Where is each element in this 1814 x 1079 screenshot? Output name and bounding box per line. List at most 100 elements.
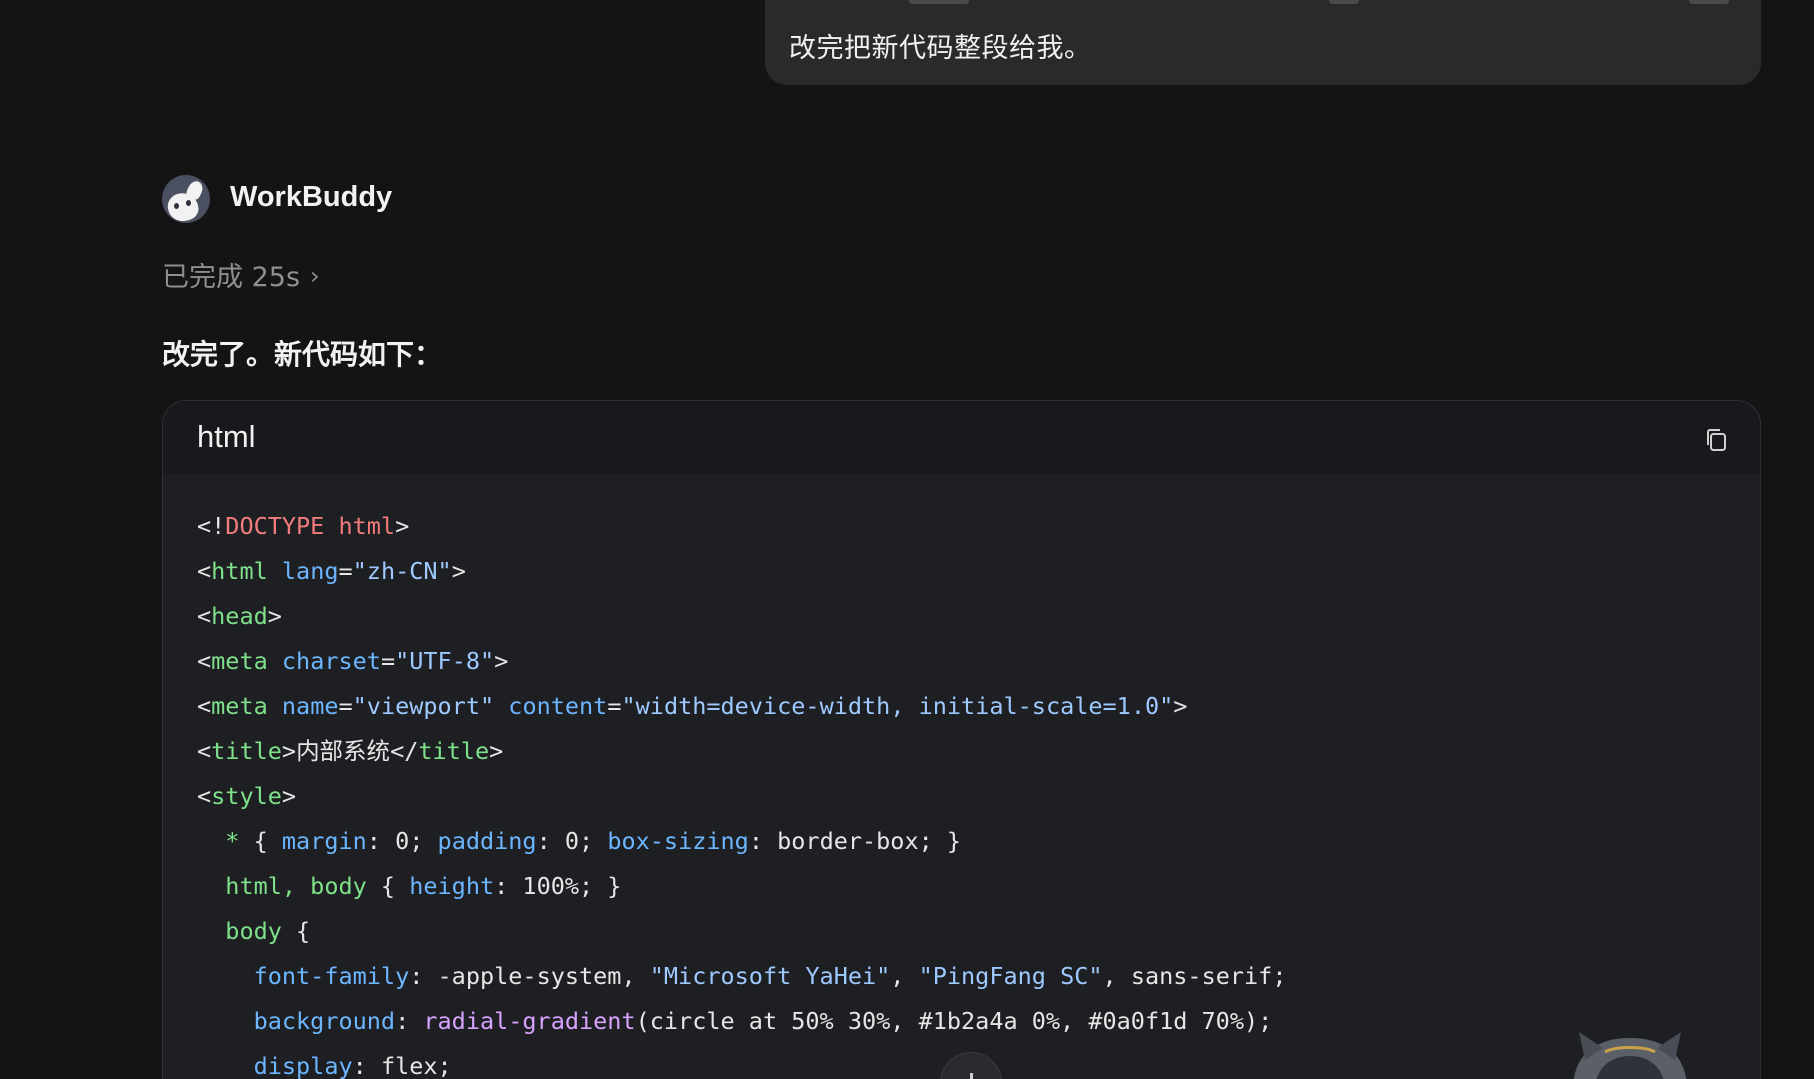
code-token: ; } — [918, 827, 962, 855]
code-token: radial-gradient — [423, 1007, 636, 1035]
code-token: background — [253, 1007, 396, 1035]
chevron-right-icon: › — [310, 262, 320, 290]
copy-icon — [1707, 429, 1726, 451]
code-token: * — [225, 827, 240, 855]
code-token: margin — [281, 827, 367, 855]
code-line: html, body { height: 100%; } — [197, 864, 1760, 909]
code-token: < — [197, 737, 212, 765]
chat-page: 改完把新代码整段给我。 WorkBuddy 已完成 25s › 改完了。新代码如下… — [0, 0, 1814, 1079]
code-token: : — [536, 827, 565, 855]
code-token: lang — [281, 557, 339, 585]
code-block: html <!DOCTYPE html> <html lang="zh-CN"> <… — [162, 400, 1761, 1079]
code-token: : — [748, 827, 778, 855]
code-token: box-sizing — [607, 827, 749, 855]
code-token: = — [380, 647, 396, 675]
code-token: < — [197, 557, 212, 585]
code-token: > — [281, 782, 297, 810]
code-line: <meta charset="UTF-8"> — [197, 639, 1760, 684]
code-token: body — [225, 917, 282, 945]
code-token: ; — [437, 1052, 452, 1079]
status-text: 已完成 25s — [162, 262, 301, 293]
code-line: background: radial-gradient(circle at 50… — [197, 999, 1760, 1044]
code-token: "PingFang SC" — [918, 962, 1103, 990]
arrow-down-icon — [970, 1073, 973, 1079]
code-token: content — [508, 692, 608, 720]
code-token: : — [409, 962, 438, 990]
code-token: > — [281, 737, 297, 765]
code-token: ; — [1258, 1007, 1273, 1035]
code-token: flex — [380, 1052, 438, 1079]
code-token: < — [197, 602, 212, 630]
assistant-avatar — [162, 175, 210, 223]
code-token: height — [409, 872, 495, 900]
code-token: <! — [197, 512, 226, 540]
copy-code-button[interactable] — [1704, 427, 1730, 453]
code-token: meta — [211, 692, 268, 720]
code-token: title — [418, 737, 490, 765]
code-token: border-box — [777, 827, 919, 855]
code-token: : — [352, 1052, 381, 1079]
code-token: head — [211, 602, 268, 630]
assistant-name: WorkBuddy — [230, 181, 393, 213]
code-token: > — [1173, 692, 1188, 720]
code-line: <head> — [197, 594, 1760, 639]
code-token: charset — [281, 647, 381, 675]
thinking-status-toggle[interactable]: 已完成 25s › — [162, 255, 320, 294]
code-token: style — [211, 782, 282, 810]
code-token: display — [253, 1052, 353, 1079]
code-token: = — [338, 557, 353, 585]
assistant-reply-text: 改完了。新代码如下： — [162, 338, 443, 371]
code-token: 100% — [522, 872, 580, 900]
code-token: < — [197, 692, 212, 720]
code-line: <meta name="viewport" content="width=dev… — [197, 684, 1760, 729]
code-token: name — [281, 692, 339, 720]
user-message-text: 改完把新代码整段给我。 — [789, 33, 1092, 64]
code-language-label: html — [197, 419, 256, 454]
code-token: font-family — [253, 962, 410, 990]
code-token: 内部系统 — [296, 737, 391, 765]
code-token: < — [197, 782, 212, 810]
code-token: 0 — [564, 827, 580, 855]
code-token: 0 — [395, 827, 410, 855]
code-line: body { — [197, 909, 1760, 954]
code-content[interactable]: <!DOCTYPE html> <html lang="zh-CN"> <head>… — [163, 474, 1760, 1079]
code-token: { — [366, 872, 410, 900]
code-token: "zh-CN" — [352, 557, 452, 585]
code-token: meta — [211, 647, 268, 675]
code-token: padding — [437, 827, 537, 855]
code-line: <html lang="zh-CN"> — [197, 549, 1760, 594]
code-token: ; — [409, 827, 438, 855]
code-token: html, body — [225, 872, 367, 900]
code-token: ; } — [579, 872, 622, 900]
code-token: < — [197, 647, 212, 675]
code-token: = — [607, 692, 622, 720]
code-token: > — [267, 602, 282, 630]
code-token: > — [395, 512, 410, 540]
code-token: : — [366, 827, 396, 855]
code-token: > — [494, 647, 509, 675]
code-token: { — [239, 827, 282, 855]
code-token: , — [890, 962, 919, 990]
code-line: * { margin: 0; padding: 0; box-sizing: b… — [197, 819, 1760, 864]
code-token: html — [211, 557, 268, 585]
mascot-helmet[interactable] — [1565, 1030, 1695, 1079]
code-token: > — [489, 737, 504, 765]
code-line: font-family: -apple-system, "Microsoft Y… — [197, 954, 1760, 999]
code-token: DOCTYPE html — [225, 512, 396, 540]
code-token: (circle at 50% 30%, #1b2a4a 0%, #0a0f1d … — [635, 1007, 1259, 1035]
code-line: <style> — [197, 774, 1760, 819]
code-token: ; — [1272, 962, 1287, 990]
code-token: ; — [579, 827, 608, 855]
code-token: title — [211, 737, 282, 765]
code-token: "width=device-width, initial-scale=1.0" — [621, 692, 1174, 720]
